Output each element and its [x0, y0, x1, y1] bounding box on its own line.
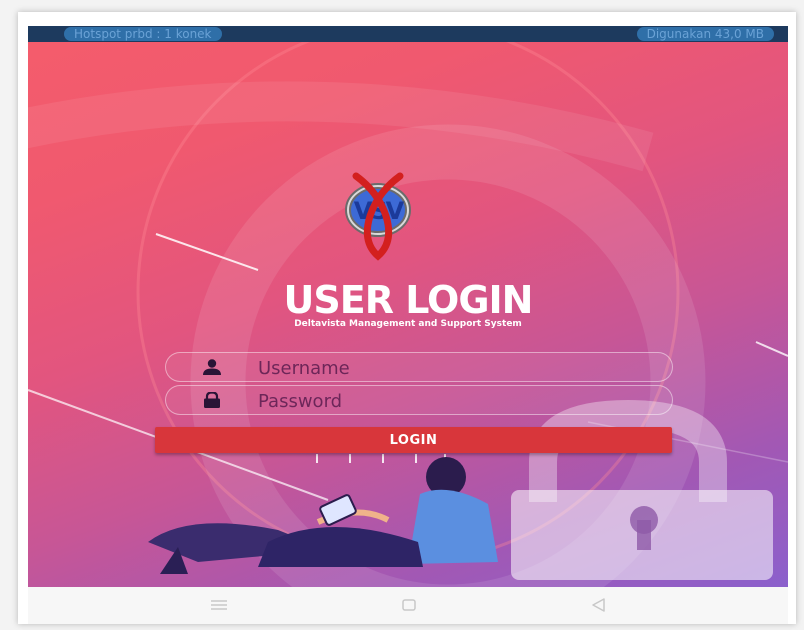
menu-icon[interactable] [208, 595, 230, 615]
back-icon[interactable] [588, 595, 610, 615]
company-logo: VSV [345, 172, 411, 261]
password-input[interactable] [256, 387, 650, 415]
username-field[interactable] [165, 352, 673, 382]
login-subtitle: Deltavista Management and Support System [294, 319, 522, 329]
login-screen: VSV USER LOGIN Deltavista Management and… [28, 42, 788, 587]
password-field[interactable] [165, 385, 673, 415]
home-icon[interactable] [398, 595, 420, 615]
login-title: USER LOGIN [283, 278, 534, 322]
hotspot-status: Hotspot prbd : 1 konek [64, 27, 222, 41]
status-bar: Hotspot prbd : 1 konek Digunakan 43,0 MB [28, 26, 788, 42]
login-button[interactable]: LOGIN [155, 427, 672, 453]
data-usage-status: Digunakan 43,0 MB [636, 27, 774, 41]
user-icon [203, 359, 221, 375]
username-input[interactable] [256, 354, 650, 382]
lock-icon [204, 392, 220, 408]
navigation-bar [28, 587, 788, 624]
